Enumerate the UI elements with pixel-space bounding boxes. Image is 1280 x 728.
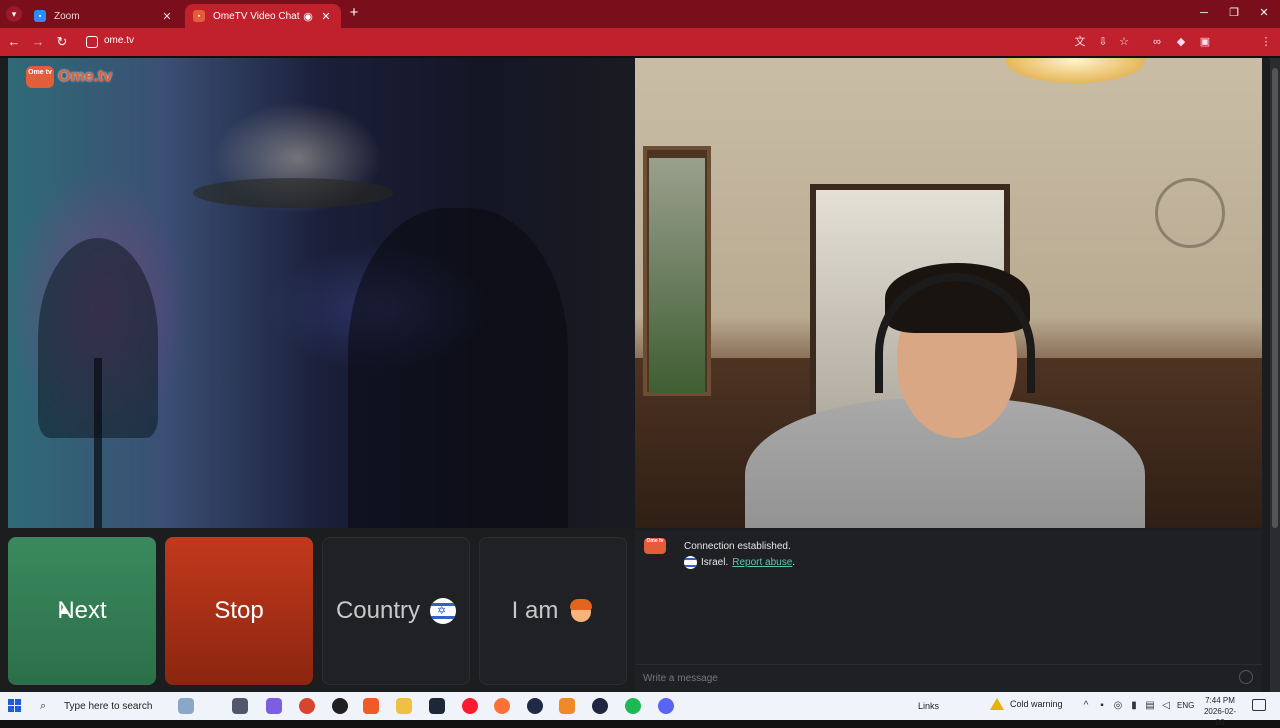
boy-avatar-icon xyxy=(568,598,594,624)
emoji-icon[interactable] xyxy=(1239,670,1253,684)
new-tab-button[interactable]: + xyxy=(346,5,362,21)
ometv-logo[interactable]: Ome tv Ome.tv xyxy=(26,66,112,88)
israel-flag-icon: ✡ xyxy=(430,598,457,624)
tab-bar: ▾ ▪ Zoom ✕ ▪ OmeTV Video Chat — Ome ◉ ✕ … xyxy=(0,0,1280,28)
firefox-icon[interactable] xyxy=(494,698,510,714)
media-player-icon[interactable] xyxy=(527,698,543,714)
bookmark-star-icon[interactable]: ☆ xyxy=(1117,35,1131,49)
steam-icon[interactable] xyxy=(429,698,445,714)
install-app-icon[interactable]: ⇩ xyxy=(1096,35,1110,49)
ometv-page: Ome tv Ome.tv Next Stop Country ✡ I am O… xyxy=(0,58,1280,692)
background-tree-trunk xyxy=(94,358,102,528)
reload-icon[interactable]: ↻ xyxy=(54,34,70,50)
recording-icon: ◉ xyxy=(303,10,313,23)
windows-taskbar: ⌕ Type here to search Links Cold warning… xyxy=(0,692,1280,727)
chat-panel: Ome tv Connection established. Israel. R… xyxy=(635,530,1262,692)
page-scrollbar[interactable] xyxy=(1270,58,1280,692)
mouse-cursor-icon: ▲ xyxy=(57,601,71,617)
extension-spark-icon[interactable]: ◆ xyxy=(1174,35,1188,49)
task-view-icon[interactable] xyxy=(232,698,248,714)
restore-button[interactable]: ❐ xyxy=(1222,4,1246,22)
close-icon[interactable]: ✕ xyxy=(160,10,174,23)
network-icon[interactable]: ▤ xyxy=(1144,700,1156,711)
forward-icon[interactable]: → xyxy=(30,34,46,50)
address-bar[interactable]: ome.tv xyxy=(104,35,134,46)
ometv-chat-icon: Ome tv xyxy=(644,538,666,554)
tray-app-icon[interactable]: ◎ xyxy=(1112,700,1124,711)
logo-badge: Ome tv xyxy=(26,66,54,88)
search-highlight-icon[interactable] xyxy=(178,698,194,714)
file-explorer-icon[interactable] xyxy=(396,698,412,714)
logo-text: Ome.tv xyxy=(58,68,113,85)
tab-ometv[interactable]: ▪ OmeTV Video Chat — Ome ◉ ✕ xyxy=(185,4,341,28)
tray-app-icon[interactable]: ▪ xyxy=(1096,700,1108,711)
extension-glasses-icon[interactable]: ∞ xyxy=(1150,35,1164,49)
gender-button[interactable]: I am xyxy=(479,537,627,685)
clock-date: 2026-02-06 xyxy=(1203,707,1237,727)
mirror-reflection xyxy=(649,158,705,393)
message-suffix: . xyxy=(792,557,796,568)
close-window-button[interactable]: ✕ xyxy=(1252,4,1276,22)
local-video: Ome tv Ome.tv xyxy=(8,58,635,528)
volume-icon[interactable]: ◁ xyxy=(1160,700,1172,711)
discord-icon[interactable] xyxy=(658,698,674,714)
close-icon[interactable]: ✕ xyxy=(319,10,333,23)
scrollbar-thumb[interactable] xyxy=(1272,68,1278,528)
app-arrow-icon[interactable] xyxy=(592,698,608,714)
country-button[interactable]: Country ✡ xyxy=(322,537,470,685)
clock[interactable]: 7:44 PM 2026-02-06 xyxy=(1200,695,1240,728)
ometv-icon: ▪ xyxy=(193,10,205,22)
weather-text: Cold warning xyxy=(1010,699,1063,709)
warning-icon xyxy=(990,698,1004,710)
country-label: Country xyxy=(335,597,421,624)
minimize-button[interactable]: ─ xyxy=(1192,4,1216,22)
israel-flag-icon xyxy=(684,556,697,569)
tab-label: OmeTV Video Chat — Ome xyxy=(213,10,301,22)
ceiling-lamp xyxy=(1005,58,1145,83)
windows-start-icon[interactable] xyxy=(8,699,22,713)
search-icon: ⌕ xyxy=(40,699,47,712)
opera-icon[interactable] xyxy=(462,698,478,714)
tab-zoom[interactable]: ▪ Zoom ✕ xyxy=(26,4,182,28)
stop-button[interactable]: Stop xyxy=(165,537,313,685)
language-indicator[interactable]: ENG xyxy=(1177,701,1194,710)
back-icon[interactable]: ← xyxy=(6,34,22,50)
remote-video xyxy=(635,58,1262,528)
microphone-icon[interactable]: ▮ xyxy=(1128,700,1140,711)
menu-dots-icon[interactable]: ⋮ xyxy=(1259,35,1273,49)
stop-label: Stop xyxy=(214,597,264,624)
iam-label: I am xyxy=(511,597,559,624)
weather-widget[interactable]: Cold warning xyxy=(990,698,1063,710)
links-toolbar[interactable]: Links xyxy=(918,701,939,711)
translate-icon[interactable]: 文 xyxy=(1073,35,1087,49)
chat-message: Connection established. xyxy=(684,541,791,552)
camera-icon[interactable] xyxy=(86,36,98,48)
clock-time: 7:44 PM xyxy=(1205,696,1235,705)
chat-message: Israel. Report abuse. xyxy=(684,556,795,569)
tab-search-button[interactable]: ▾ xyxy=(6,6,22,22)
partner-country: Israel. xyxy=(701,557,729,568)
brave-icon[interactable] xyxy=(363,698,379,714)
message-input[interactable]: Write a message xyxy=(635,664,1262,692)
chevron-up-icon[interactable]: ^ xyxy=(1080,700,1092,711)
search-placeholder: Type here to search xyxy=(64,700,153,712)
notification-icon[interactable] xyxy=(1252,699,1266,711)
tab-label: Zoom xyxy=(54,10,80,22)
copilot-icon[interactable] xyxy=(266,698,282,714)
next-button[interactable]: Next xyxy=(8,537,156,685)
app-icon[interactable] xyxy=(559,698,575,714)
wall-fan xyxy=(1155,178,1225,248)
obs-icon[interactable] xyxy=(332,698,348,714)
zoom-icon: ▪ xyxy=(34,10,46,22)
background-shelf xyxy=(193,178,393,208)
report-abuse-link[interactable]: Report abuse xyxy=(732,557,792,568)
extensions-puzzle-icon[interactable]: ▣ xyxy=(1198,35,1212,49)
local-user-silhouette xyxy=(348,208,568,528)
spotify-icon[interactable] xyxy=(625,698,641,714)
chrome-icon[interactable] xyxy=(299,698,315,714)
browser-toolbar: ← → ↻ ome.tv 文 ⇩ ☆ ∞ ◆ ▣ P ⋮ xyxy=(0,28,1280,77)
